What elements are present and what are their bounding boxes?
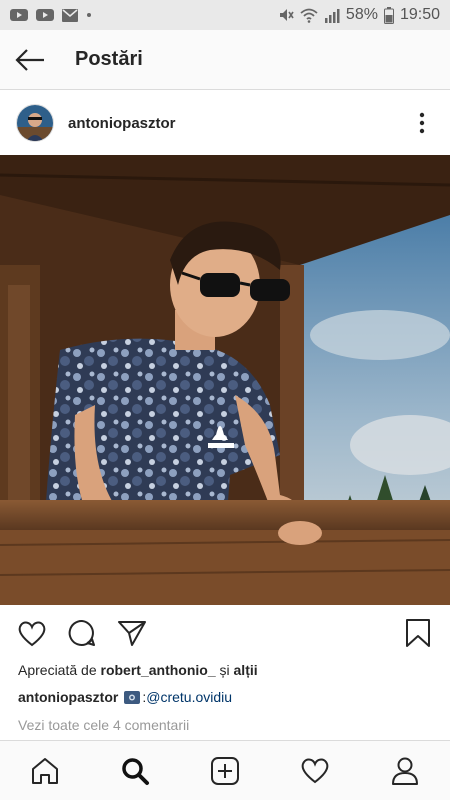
avatar[interactable]	[16, 104, 54, 142]
bottom-nav	[0, 740, 450, 800]
heart-icon	[18, 621, 46, 646]
more-options-button[interactable]	[410, 107, 434, 139]
share-button[interactable]	[114, 615, 150, 651]
likes-prefix: Apreciată de	[18, 662, 101, 678]
comment-icon	[68, 619, 95, 646]
camera-emoji-icon	[124, 690, 141, 704]
arrow-left-icon	[15, 48, 44, 71]
caption-mention-link[interactable]: @cretu.ovidiu	[146, 689, 232, 705]
nav-activity[interactable]	[293, 749, 337, 793]
bookmark-icon	[406, 619, 430, 647]
youtube-icon	[10, 9, 28, 21]
nav-profile[interactable]	[383, 749, 427, 793]
gmail-icon	[62, 8, 78, 22]
heart-icon	[301, 758, 329, 784]
battery-icon	[383, 6, 394, 24]
likes-others-link[interactable]: alții	[234, 662, 258, 678]
home-icon	[32, 757, 58, 784]
caption-username[interactable]: antoniopasztor	[18, 689, 118, 705]
signal-icon	[324, 8, 340, 23]
post-header: antoniopasztor	[0, 91, 450, 155]
add-icon	[211, 756, 239, 785]
likes-and: și	[215, 662, 234, 678]
send-icon	[118, 621, 146, 646]
battery-percent: 58%	[345, 6, 378, 23]
post-actions	[0, 605, 450, 661]
post-username[interactable]: antoniopasztor	[68, 115, 410, 132]
app-header: Postări	[0, 30, 450, 90]
comment-button[interactable]	[64, 615, 100, 651]
status-bar: 58% 19:50	[0, 0, 450, 30]
youtube-icon	[36, 9, 54, 21]
status-right: 58% 19:50	[278, 6, 440, 24]
post-caption: antoniopasztor : @cretu.ovidiu	[18, 689, 232, 705]
nav-new-post[interactable]	[203, 749, 247, 793]
dot-icon	[87, 13, 91, 17]
status-left	[10, 8, 92, 22]
profile-icon	[392, 757, 418, 785]
page-title: Postări	[75, 48, 143, 70]
clock: 19:50	[399, 6, 440, 23]
wifi-icon	[300, 8, 318, 23]
search-icon	[122, 757, 149, 785]
mute-icon	[279, 9, 294, 21]
nav-search[interactable]	[113, 749, 157, 793]
nav-home[interactable]	[23, 749, 67, 793]
likes-user-link[interactable]: robert_anthonio_	[101, 662, 216, 678]
post-photo[interactable]	[0, 155, 450, 605]
like-button[interactable]	[14, 615, 50, 651]
more-vertical-icon	[419, 112, 425, 134]
back-button[interactable]	[0, 30, 60, 90]
view-comments-link[interactable]: Vezi toate cele 4 comentarii	[18, 717, 189, 733]
likes-text: Apreciată de robert_anthonio_ și alții	[18, 662, 258, 678]
save-button[interactable]	[400, 615, 436, 651]
